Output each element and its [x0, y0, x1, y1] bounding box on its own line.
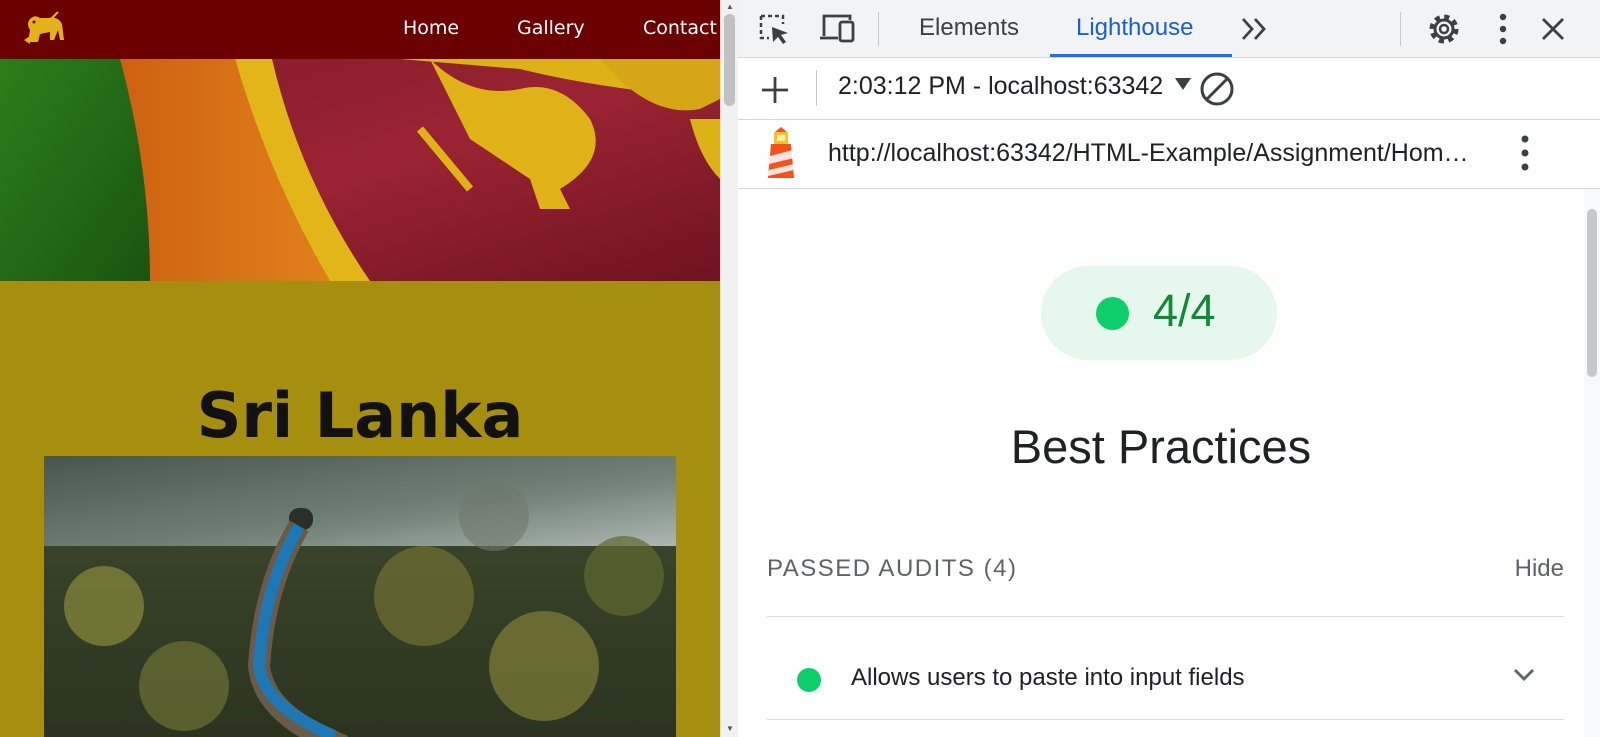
report-menu-icon[interactable] [1520, 134, 1530, 172]
lion-logo-icon[interactable] [20, 10, 68, 50]
report-selector[interactable]: 2:03:12 PM - localhost:63342 [838, 72, 1192, 101]
train-bridge-photo [44, 456, 676, 737]
audit-pass-dot-icon [797, 668, 821, 692]
toolbar-separator [816, 70, 817, 106]
page-scrollbar[interactable]: ▲ ▼ [720, 0, 738, 737]
website-viewport: Home Gallery Contact Sri Lanka [0, 0, 720, 737]
lighthouse-report: 4/4 Best Practices PASSED AUDITS (4) Hid… [738, 189, 1584, 737]
lighthouse-toolbar: 2:03:12 PM - localhost:63342 [738, 58, 1600, 120]
passed-audits-label: PASSED AUDITS [767, 555, 976, 582]
report-url-bar: http://localhost:63342/HTML-Example/Assi… [738, 120, 1600, 189]
tabbar-separator [878, 12, 879, 46]
plus-icon[interactable] [760, 75, 790, 105]
page-title: Sri Lanka [196, 379, 524, 452]
more-tabs-icon[interactable] [1240, 17, 1268, 41]
lighthouse-icon [768, 127, 794, 178]
category-title: Best Practices [1010, 420, 1312, 473]
score-pass-dot [1096, 297, 1129, 330]
audit-divider-bottom [767, 719, 1564, 720]
settings-gear-icon[interactable] [1426, 11, 1462, 47]
report-selector-label: 2:03:12 PM - localhost:63342 [838, 72, 1164, 100]
nav-link-gallery[interactable]: Gallery [517, 17, 585, 39]
devtools-tabbar: Elements Lighthouse [738, 0, 1600, 58]
page-scrollbar-thumb[interactable] [724, 14, 735, 106]
tab-elements[interactable]: Elements [919, 14, 1019, 42]
tab-lighthouse[interactable]: Lighthouse [1076, 14, 1193, 42]
active-tab-indicator [1050, 54, 1232, 57]
audit-title: Allows users to paste into input fields [851, 664, 1245, 691]
scroll-down-arrow-icon[interactable]: ▼ [725, 724, 735, 733]
report-scrollbar-thumb[interactable] [1587, 209, 1597, 377]
audit-row[interactable]: Allows users to paste into input fields [767, 616, 1564, 720]
score-value: 4/4 [1153, 285, 1216, 336]
nav-link-contact[interactable]: Contact [643, 17, 717, 39]
device-toggle-icon[interactable] [818, 12, 856, 44]
kebab-menu-icon[interactable] [1498, 13, 1508, 45]
hero-flag-image [0, 59, 720, 281]
report-url: http://localhost:63342/HTML-Example/Assi… [828, 139, 1469, 167]
tabbar-separator-right [1400, 12, 1401, 46]
devtools-panel: Elements Lighthouse 2:03:12 PM - localho… [738, 0, 1600, 737]
nav-link-home[interactable]: Home [403, 17, 459, 39]
hide-passed-audits-button[interactable]: Hide [1515, 555, 1564, 583]
passed-audits-heading: PASSED AUDITS (4) [767, 555, 1017, 583]
passed-audits-count: (4) [983, 555, 1018, 582]
close-icon[interactable] [1540, 16, 1566, 42]
inspect-element-icon[interactable] [758, 13, 792, 45]
score-gauge[interactable]: 4/4 [1041, 266, 1277, 360]
dropdown-caret-icon [1175, 78, 1192, 91]
scroll-up-arrow-icon[interactable]: ▲ [725, 2, 735, 11]
clear-icon[interactable] [1198, 70, 1236, 108]
report-scrollbar[interactable] [1584, 189, 1600, 737]
chevron-down-icon[interactable] [1513, 668, 1535, 682]
site-navbar: Home Gallery Contact [0, 0, 720, 59]
